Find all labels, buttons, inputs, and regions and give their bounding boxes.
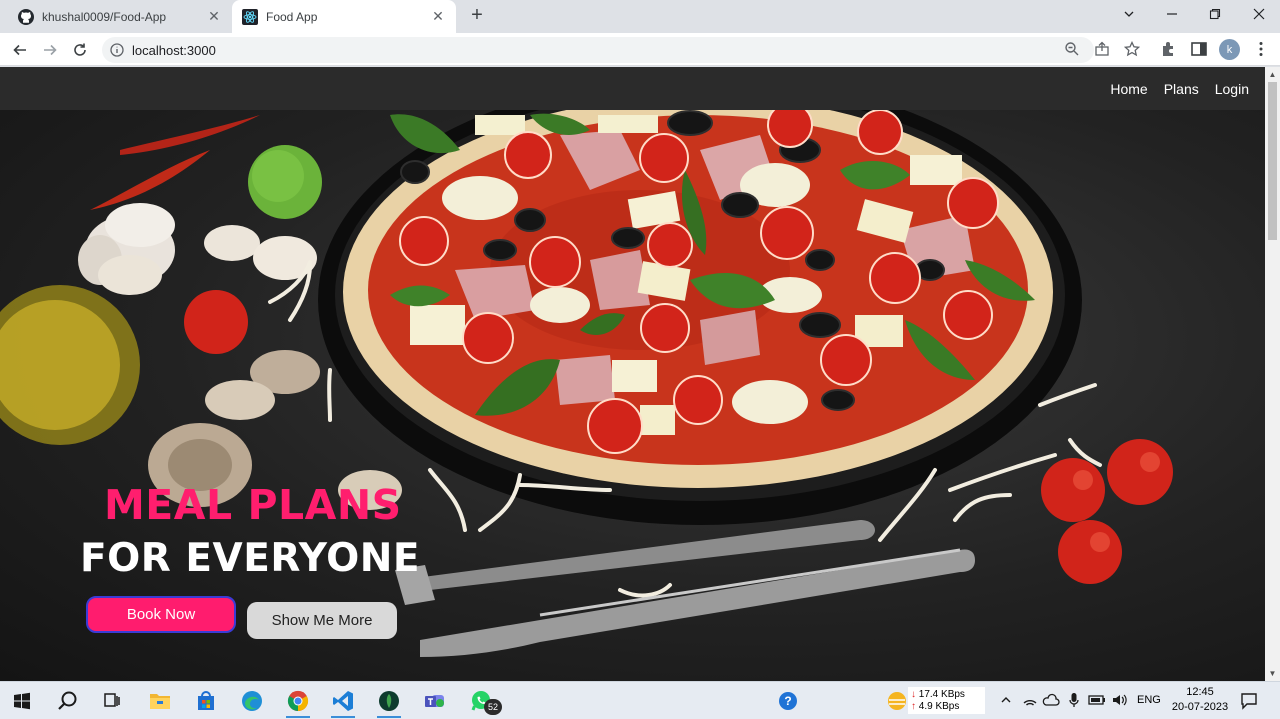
chrome-icon[interactable] [286, 689, 310, 713]
forward-icon[interactable] [39, 39, 61, 61]
clock-date: 20-07-2023 [1171, 701, 1229, 713]
url-text: localhost:3000 [132, 42, 216, 58]
back-icon[interactable] [9, 39, 31, 61]
address-bar[interactable]: localhost:3000 [102, 37, 1094, 63]
whatsapp-badge: 52 [484, 699, 502, 715]
site-info-icon[interactable] [110, 43, 124, 57]
scroll-up-icon[interactable]: ▲ [1268, 70, 1277, 79]
react-icon [242, 8, 258, 25]
tab-strip: khushal0009/Food-App ✕ Food App ✕ + [0, 0, 1280, 33]
close-tab-icon[interactable]: ✕ [206, 8, 222, 25]
tab-food-app[interactable]: Food App ✕ [232, 0, 456, 33]
battery-icon[interactable] [1088, 693, 1106, 707]
wifi-icon[interactable] [1022, 693, 1038, 707]
task-view-icon[interactable] [100, 689, 124, 713]
chevron-up-icon[interactable] [1000, 694, 1012, 706]
show-me-more-button[interactable]: Show Me More [247, 602, 397, 639]
search-icon[interactable] [56, 689, 80, 713]
site-navbar: Home Plans Login [0, 67, 1265, 110]
volume-icon[interactable] [1111, 693, 1129, 707]
system-clock[interactable]: 12:45 20-07-2023 [1168, 685, 1232, 715]
tab-title: khushal0009/Food-App [42, 9, 167, 24]
book-now-button[interactable]: Book Now [86, 596, 236, 633]
zoom-icon[interactable] [1064, 41, 1080, 57]
hero-section: MEAL PLANS FOR EVERYONE Book Now Show Me… [0, 110, 1265, 681]
cloud-icon[interactable] [1042, 693, 1060, 707]
page-viewport: Home Plans Login MEAL PLANS FOR EVERYONE… [0, 67, 1265, 681]
help-icon[interactable]: ? [776, 689, 800, 713]
chrome-active-indicator [286, 716, 310, 718]
vscode-active-indicator [331, 716, 355, 718]
extensions-icon[interactable] [1160, 40, 1178, 58]
side-panel-icon[interactable] [1190, 40, 1208, 58]
hero-title-line1: MEAL PLANS [104, 481, 402, 529]
vscode-icon[interactable] [331, 689, 355, 713]
reload-icon[interactable] [69, 39, 91, 61]
share-icon[interactable] [1094, 41, 1110, 57]
close-tab-icon[interactable]: ✕ [430, 8, 446, 25]
clock-time: 12:45 [1186, 686, 1214, 698]
tab-search-icon[interactable] [1114, 4, 1144, 24]
nav-plans-link[interactable]: Plans [1164, 81, 1199, 97]
tab-github[interactable]: khushal0009/Food-App ✕ [8, 0, 232, 33]
windows-start-icon[interactable] [10, 689, 34, 713]
language-indicator[interactable]: ENG [1137, 694, 1161, 706]
nav-home-link[interactable]: Home [1110, 81, 1147, 97]
mongodb-active-indicator [377, 716, 401, 718]
github-icon [18, 8, 34, 25]
windows-taskbar: 52 ? ↓ 17.4 KBps ↑ 4.9 KBps ENG 12:45 20… [0, 681, 1280, 719]
minimize-icon[interactable] [1157, 4, 1187, 24]
edge-icon[interactable] [240, 689, 264, 713]
mongodb-compass-icon[interactable] [377, 689, 401, 713]
notification-icon[interactable] [1240, 692, 1258, 710]
restore-icon[interactable] [1200, 4, 1230, 24]
page-scrollbar[interactable]: ▲ ▼ [1265, 67, 1280, 681]
teams-icon[interactable] [423, 689, 447, 713]
microphone-icon[interactable] [1068, 692, 1080, 708]
scroll-down-icon[interactable]: ▼ [1268, 669, 1277, 678]
hero-title-line2: FOR EVERYONE [80, 536, 421, 581]
svg-text:?: ? [784, 694, 791, 708]
new-tab-button[interactable]: + [466, 5, 488, 27]
bookmark-star-icon[interactable] [1124, 41, 1140, 57]
profile-avatar[interactable]: k [1219, 39, 1240, 60]
weather-icon[interactable] [885, 689, 909, 713]
nav-login-link[interactable]: Login [1215, 81, 1249, 97]
browser-toolbar: localhost:3000 k [0, 33, 1280, 66]
file-explorer-icon[interactable] [148, 689, 172, 713]
tab-title: Food App [266, 9, 318, 24]
scrollbar-thumb[interactable] [1268, 82, 1277, 240]
network-speed-widget: ↓ 17.4 KBps ↑ 4.9 KBps [908, 687, 985, 714]
net-download: 17.4 KBps [918, 689, 965, 700]
net-upload: 4.9 KBps [918, 701, 960, 712]
menu-kebab-icon[interactable] [1252, 40, 1270, 58]
close-window-icon[interactable] [1244, 4, 1274, 24]
store-icon[interactable] [194, 689, 218, 713]
